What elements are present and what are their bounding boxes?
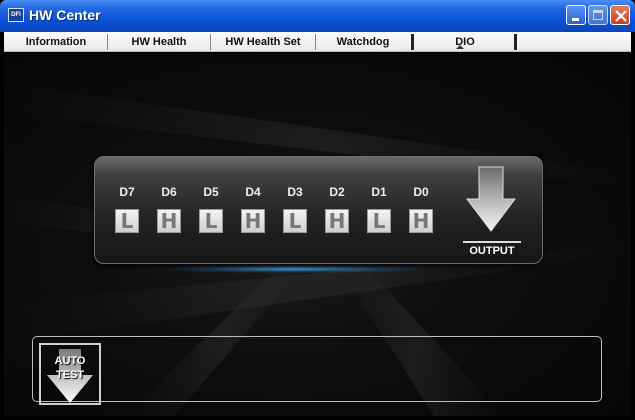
maximize-button[interactable] (588, 5, 608, 25)
tab-bar: Information HW Health HW Health Set Watc… (4, 32, 631, 52)
bit-toggle-d0[interactable]: H (409, 209, 433, 233)
bit-toggle-d2[interactable]: H (325, 209, 349, 233)
tab-watchdog[interactable]: Watchdog (317, 32, 409, 52)
window-titlebar: DFI HW Center (0, 0, 635, 32)
tab-separator (210, 34, 211, 50)
bit-label-d5: D5 (203, 185, 219, 199)
bit-label-d3: D3 (287, 185, 303, 199)
tab-separator (514, 34, 517, 50)
tab-separator (107, 34, 108, 50)
tab-dio[interactable]: DIO (415, 32, 515, 52)
tab-information[interactable]: Information (8, 32, 104, 52)
maximize-icon (593, 10, 603, 20)
bit-label-d2: D2 (329, 185, 345, 199)
minimize-button[interactable] (566, 5, 586, 25)
active-tab-indicator (456, 45, 464, 49)
bit-label-d1: D1 (371, 185, 387, 199)
tab-hw-health-set[interactable]: HW Health Set (212, 32, 314, 52)
close-button[interactable] (610, 5, 630, 25)
bit-toggle-d6[interactable]: H (157, 209, 181, 233)
bit-label-d0: D0 (413, 185, 429, 199)
tab-separator (411, 34, 414, 50)
tab-separator (315, 34, 316, 50)
bit-toggle-d3[interactable]: L (283, 209, 307, 233)
dio-panel: D7 D6 D5 D4 D3 D2 D1 D0 L H L H L H L H (94, 156, 543, 264)
bit-label-d6: D6 (161, 185, 177, 199)
main-content: D7 D6 D5 D4 D3 D2 D1 D0 L H L H L H L H (4, 53, 631, 416)
minimize-icon (572, 18, 579, 21)
auto-test-button[interactable]: AUTO TEST (39, 343, 101, 405)
app-icon: DFI (8, 8, 24, 22)
auto-test-panel: AUTO TEST (32, 336, 602, 405)
panel-glow (164, 265, 424, 273)
auto-test-label-line2: TEST (55, 369, 85, 381)
bit-toggle-d5[interactable]: L (199, 209, 223, 233)
tab-hw-health[interactable]: HW Health (110, 32, 208, 52)
bit-toggle-d4[interactable]: H (241, 209, 265, 233)
bit-label-d4: D4 (245, 185, 261, 199)
close-icon (615, 10, 627, 22)
window-title: HW Center (29, 7, 101, 23)
bit-label-d7: D7 (119, 185, 135, 199)
bit-toggle-d1[interactable]: L (367, 209, 391, 233)
down-arrow-icon (466, 166, 516, 232)
bit-toggle-d7[interactable]: L (115, 209, 139, 233)
auto-test-label-line1: AUTO (54, 355, 86, 367)
output-label: OUTPUT (463, 241, 521, 257)
